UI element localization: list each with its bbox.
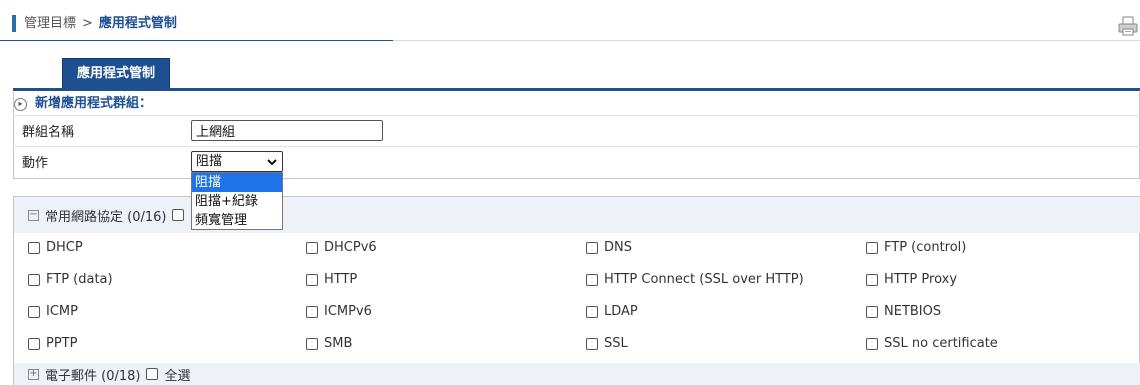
category-header-common-protocols[interactable]: − 常用網路協定 (0/16) 全選 — [14, 197, 1140, 233]
row-divider — [13, 146, 1140, 147]
tab-application-control[interactable]: 應用程式管制 — [62, 58, 170, 88]
protocol-label: HTTP Connect (SSL over HTTP) — [604, 272, 804, 287]
breadcrumb-current: 應用程式管制 — [98, 16, 177, 31]
protocol-label: SSL no certificate — [884, 336, 998, 351]
protocol-item[interactable]: DHCP — [28, 238, 83, 258]
group-name-label: 群組名稱 — [22, 125, 75, 140]
checkbox[interactable] — [306, 338, 318, 350]
add-group-title-text: 新增應用程式群組： — [35, 96, 153, 111]
header-divider-light — [393, 40, 1140, 41]
dropdown-option-bandwidth[interactable]: 頻寬管理 — [192, 211, 282, 230]
page-header: 管理目標 > 應用程式管制 — [0, 0, 1140, 44]
category-label: 電子郵件 (0/18) — [45, 368, 141, 384]
protocol-label: DNS — [604, 240, 632, 255]
dropdown-option-block[interactable]: 阻擋 — [192, 173, 282, 192]
protocol-item[interactable]: SMB — [306, 334, 352, 354]
action-dropdown-list: 阻擋 阻擋+紀錄 頻寬管理 — [191, 172, 283, 230]
breadcrumb-parent[interactable]: 管理目標 — [24, 14, 76, 34]
protocol-item[interactable]: SSL no certificate — [866, 334, 998, 354]
checkbox[interactable] — [586, 242, 598, 254]
add-group-title: ▸ 新增應用程式群組： — [14, 94, 152, 114]
breadcrumb-separator: > — [82, 16, 93, 31]
protocol-item[interactable]: LDAP — [586, 302, 638, 322]
protocol-item[interactable]: HTTP Proxy — [866, 270, 957, 290]
protocol-item[interactable]: DNS — [586, 238, 632, 258]
protocol-item[interactable]: ICMPv6 — [306, 302, 372, 322]
checkbox[interactable] — [866, 306, 878, 318]
protocol-item[interactable]: FTP (data) — [28, 270, 113, 290]
row-divider — [13, 115, 1140, 116]
protocol-label: NETBIOS — [884, 304, 942, 319]
protocol-label: HTTP — [324, 272, 358, 287]
select-all-label[interactable]: 全選 — [164, 365, 190, 384]
header-divider — [0, 40, 393, 41]
checkbox[interactable] — [28, 242, 40, 254]
group-name-input[interactable] — [191, 120, 383, 141]
protocol-label: FTP (data) — [46, 272, 113, 287]
select-all-checkbox[interactable] — [172, 209, 185, 221]
protocol-label: PPTP — [46, 336, 78, 351]
protocol-label: SSL — [604, 336, 628, 351]
checkbox[interactable] — [586, 274, 598, 286]
protocol-label: SMB — [324, 336, 353, 351]
circle-arrow-icon: ▸ — [14, 97, 27, 111]
checkbox[interactable] — [866, 338, 878, 350]
select-all-checkbox[interactable] — [146, 368, 159, 380]
action-select[interactable]: 阻擋 — [191, 151, 283, 172]
chevron-down-icon — [267, 159, 277, 166]
protocol-label: FTP (control) — [884, 240, 967, 255]
add-group-panel — [13, 92, 1140, 179]
action-select-value: 阻擋 — [196, 154, 223, 169]
checkbox[interactable] — [586, 338, 598, 350]
checkbox[interactable] — [306, 242, 318, 254]
dropdown-option-block-log[interactable]: 阻擋+紀錄 — [192, 192, 282, 211]
protocol-item[interactable]: FTP (control) — [866, 238, 966, 258]
checkbox[interactable] — [866, 242, 878, 254]
checkbox[interactable] — [866, 274, 878, 286]
protocol-label: LDAP — [604, 304, 638, 319]
category-header-email[interactable]: + 電子郵件 (0/18) 全選 — [14, 363, 1140, 385]
protocol-label: ICMP — [46, 304, 78, 319]
protocol-label: HTTP Proxy — [884, 272, 958, 287]
protocol-item[interactable]: SSL — [586, 334, 628, 354]
tab-underline — [13, 88, 1140, 91]
protocol-item[interactable]: DHCPv6 — [306, 238, 377, 258]
checkbox[interactable] — [586, 306, 598, 318]
protocol-label: DHCPv6 — [324, 240, 377, 255]
protocol-item[interactable]: PPTP — [28, 334, 77, 354]
checkbox[interactable] — [28, 306, 40, 318]
checkbox[interactable] — [306, 274, 318, 286]
category-label: 常用網路協定 (0/16) — [45, 209, 167, 225]
protocol-item[interactable]: NETBIOS — [866, 302, 941, 322]
header-accent-bar — [12, 15, 16, 32]
action-label: 動作 — [22, 156, 49, 171]
protocol-item[interactable]: ICMP — [28, 302, 78, 322]
checkbox[interactable] — [28, 338, 40, 350]
protocol-item[interactable]: HTTP Connect (SSL over HTTP) — [586, 270, 804, 290]
protocol-item[interactable]: HTTP — [306, 270, 357, 290]
minus-box-icon[interactable]: − — [28, 209, 39, 221]
printer-icon[interactable] — [1118, 16, 1138, 36]
protocol-label: DHCP — [46, 240, 83, 255]
breadcrumb: 管理目標 > 應用程式管制 — [24, 14, 177, 34]
protocol-label: ICMPv6 — [324, 304, 372, 319]
checkbox[interactable] — [28, 274, 40, 286]
plus-box-icon[interactable]: + — [28, 368, 39, 380]
checkbox[interactable] — [306, 306, 318, 318]
